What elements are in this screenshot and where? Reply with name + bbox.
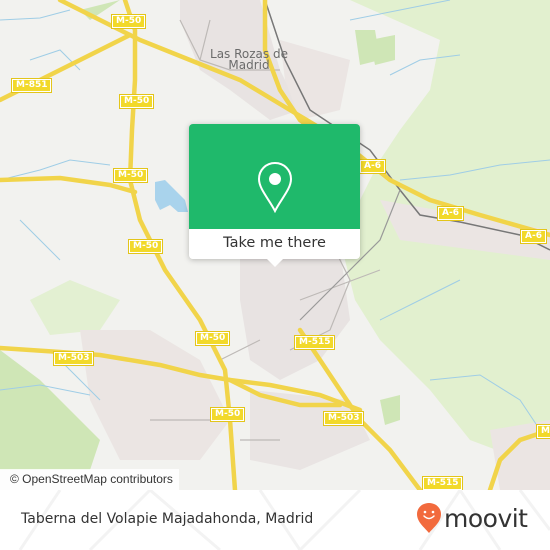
popup-header <box>189 124 360 229</box>
road-shield-m50: M-50 <box>118 94 155 109</box>
road-shield-m515: M-515 <box>293 335 336 350</box>
road-shield-m503: M-503 <box>322 411 365 426</box>
moovit-pin-face-icon <box>417 503 441 533</box>
reservoir <box>155 180 188 212</box>
urban-area <box>240 250 350 380</box>
popup-tip <box>267 259 283 267</box>
road-shield-a6: A-6 <box>359 159 386 174</box>
footer-bar: Taberna del Volapie Majadahonda, Madrid … <box>0 490 550 550</box>
road-shield-m50: M-50 <box>110 14 147 29</box>
moovit-wordmark: moovit <box>444 503 528 533</box>
place-label-las-rozas: Las Rozas de Madrid <box>210 47 288 72</box>
road-shield-m50: M-50 <box>127 239 164 254</box>
map-attribution[interactable]: © OpenStreetMap contributors <box>0 469 179 490</box>
road-shield-m50: M-50 <box>194 331 231 346</box>
location-popup: Take me there <box>189 124 360 267</box>
map-view[interactable]: Las Rozas de Madrid M-50 M-851 M-50 M-50… <box>0 0 550 490</box>
road-shield-m515: M-515 <box>421 476 464 490</box>
park-area <box>380 395 400 425</box>
park-area <box>30 280 120 335</box>
road-shield-a6: A-6 <box>520 229 547 244</box>
road-shield-m50: M-50 <box>112 168 149 183</box>
road-shield-a6: A-6 <box>437 206 464 221</box>
moovit-logo[interactable]: moovit <box>416 500 528 536</box>
road-shield-m50: M-50 <box>209 407 246 422</box>
take-me-there-button[interactable]: Take me there <box>189 229 360 259</box>
urban-area <box>80 330 230 460</box>
urban-area <box>250 390 370 470</box>
road-shield-partial: M <box>536 424 550 439</box>
location-pin-icon <box>257 161 293 213</box>
road-shield-m851: M-851 <box>10 78 53 93</box>
place-name: Taberna del Volapie Majadahonda, Madrid <box>21 511 314 527</box>
road-shield-m503: M-503 <box>52 351 95 366</box>
park-area <box>0 350 100 470</box>
